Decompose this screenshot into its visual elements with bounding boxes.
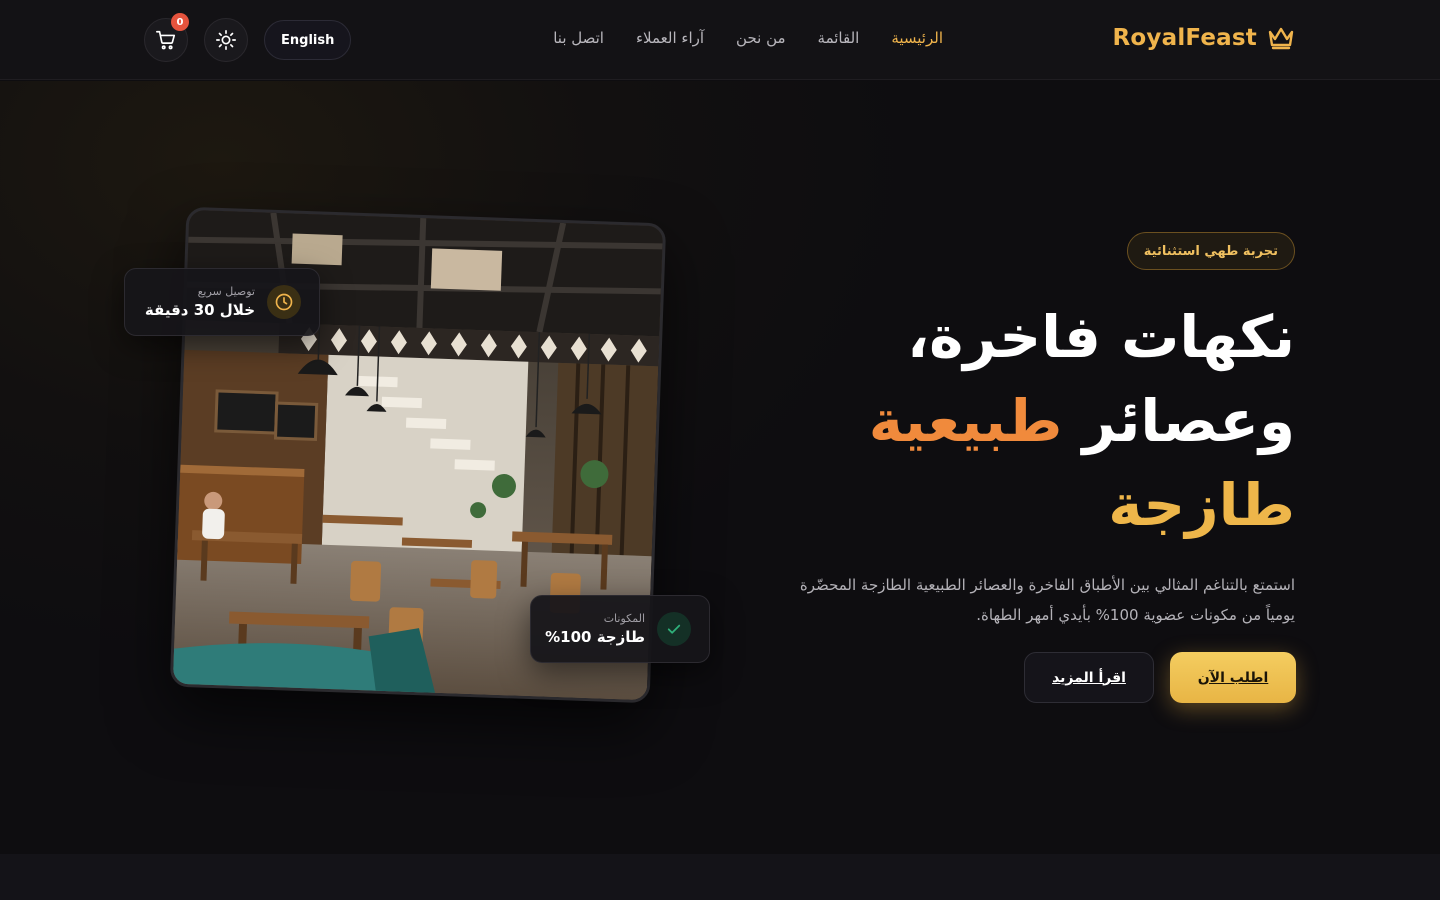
delivery-value: خلال 30 دقيقة (144, 301, 255, 319)
nav-about[interactable]: من نحن (736, 29, 786, 47)
ingredients-label: المكونات (603, 612, 645, 625)
order-now-button[interactable]: اطلب الآن (1170, 652, 1296, 703)
theme-toggle-button[interactable] (204, 18, 248, 62)
nav-menu[interactable]: القائمة (818, 29, 860, 47)
hero-tag-badge: تجربة طهي استثنائية (1126, 232, 1295, 270)
cart-button[interactable]: 0 (144, 13, 189, 62)
header-controls: 0 English (144, 13, 352, 62)
sun-icon (216, 30, 236, 50)
clock-icon-wrap (267, 285, 301, 319)
brand-name: RoyalFeast (1112, 25, 1257, 51)
headline-line-3: طازجة (1108, 471, 1295, 539)
clock-icon (275, 293, 293, 311)
next-section-edge (0, 854, 1440, 900)
nav-testimonials[interactable]: آراء العملاء (636, 29, 704, 47)
brand-logo[interactable]: RoyalFeast (1113, 24, 1296, 52)
cart-icon (156, 30, 176, 50)
ingredients-info-text: المكونات طازجة 100% (545, 612, 645, 646)
headline-accent-word: طبيعية (868, 387, 1063, 455)
language-toggle-button[interactable]: English (264, 20, 352, 60)
check-icon-wrap (657, 612, 691, 646)
nav-contact[interactable]: اتصل بنا (553, 29, 604, 47)
nav-home[interactable]: الرئيسية (891, 29, 943, 47)
delivery-info-text: توصيل سريع خلال 30 دقيقة (145, 285, 255, 319)
hero-headline: نكهات فاخرة، وعصائر طبيعية طازجة (735, 295, 1295, 547)
site-header: RoyalFeast الرئيسية القائمة من نحن آراء … (0, 0, 1440, 80)
headline-line-1: نكهات فاخرة، (907, 303, 1295, 371)
delivery-info-card: توصيل سريع خلال 30 دقيقة (124, 268, 320, 336)
cart-count-badge: 0 (171, 13, 189, 31)
delivery-label: توصيل سريع (197, 285, 255, 298)
ingredients-info-card: المكونات طازجة 100% (530, 595, 710, 663)
headline-line-2: وعصائر (1082, 387, 1295, 455)
crown-icon (1268, 27, 1294, 50)
ingredients-value: طازجة 100% (545, 628, 645, 646)
hero-description: استمتع بالتناغم المثالي بين الأطباق الفا… (799, 576, 1295, 624)
read-more-button[interactable]: اقرأ المزيد (1024, 652, 1154, 703)
check-icon (667, 624, 681, 634)
main-nav: الرئيسية القائمة من نحن آراء العملاء اتص… (553, 29, 943, 47)
